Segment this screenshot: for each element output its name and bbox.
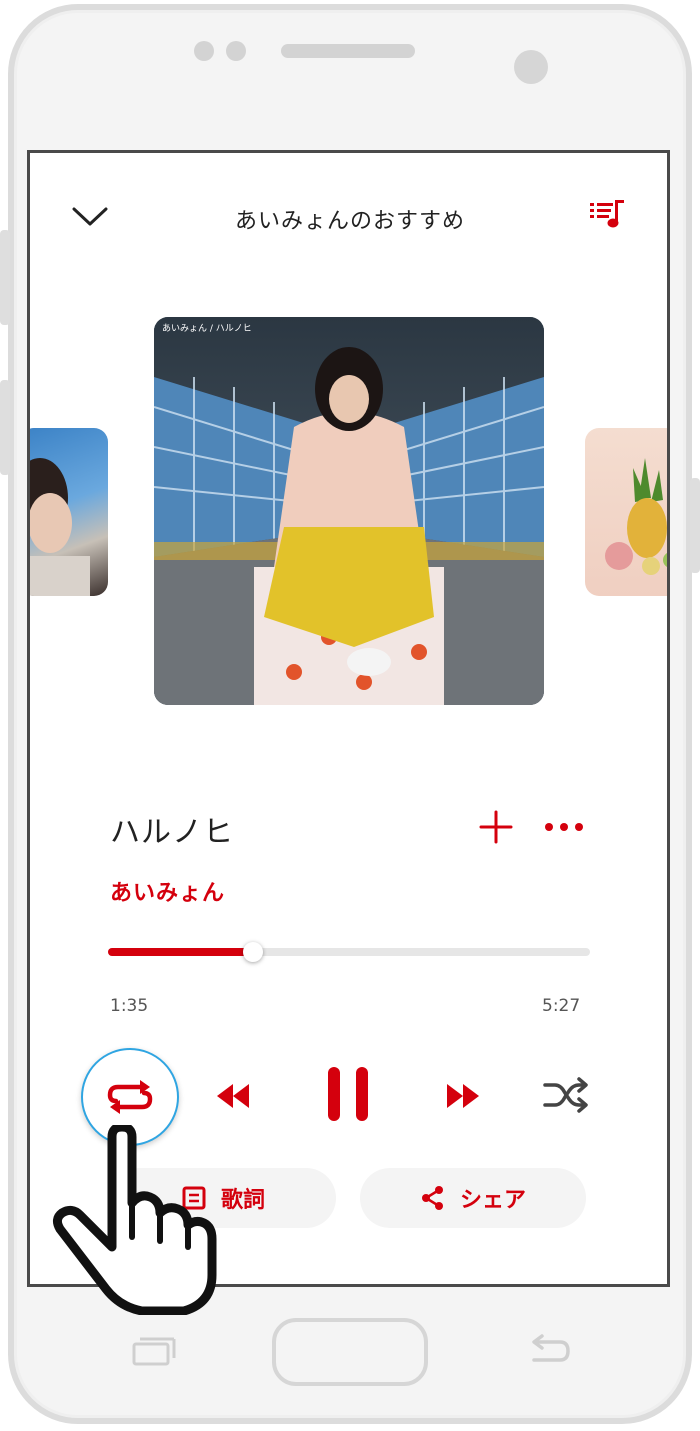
more-icon[interactable]	[542, 813, 586, 841]
time-elapsed: 1:35	[110, 996, 149, 1016]
recents-icon[interactable]	[132, 1336, 176, 1366]
time-total: 5:27	[542, 996, 581, 1016]
player-screen: あいみょんのおすすめ あいみょん / ハルノヒ ハルノヒ あいみょん 1:35 …	[27, 150, 670, 1287]
hand-pointer-icon	[52, 1125, 217, 1315]
volume-down-button	[0, 380, 10, 475]
album-art-caption: あいみょん / ハルノヒ	[162, 324, 252, 334]
earpiece-speaker	[281, 44, 415, 58]
back-icon[interactable]	[526, 1334, 570, 1368]
next-album-art[interactable]	[585, 428, 667, 596]
shuffle-icon[interactable]	[542, 1073, 590, 1117]
next-icon[interactable]	[443, 1078, 483, 1114]
previous-album-art[interactable]	[30, 428, 108, 596]
current-album-art[interactable]: あいみょん / ハルノヒ	[154, 317, 544, 705]
progress-thumb[interactable]	[242, 942, 263, 962]
pause-icon[interactable]	[326, 1065, 370, 1123]
chevron-down-icon[interactable]	[72, 205, 108, 229]
share-label: シェア	[459, 1188, 526, 1213]
share-icon	[421, 1186, 443, 1210]
playlist-icon[interactable]	[588, 197, 628, 233]
plus-icon[interactable]	[478, 809, 514, 845]
sensor-dot	[194, 41, 214, 61]
playlist-title: あいみょんのおすすめ	[234, 209, 465, 234]
repeat-icon	[107, 1080, 153, 1114]
progress-fill	[108, 948, 253, 956]
previous-icon[interactable]	[213, 1078, 253, 1114]
lyrics-label: 歌詞	[220, 1188, 265, 1213]
album-art-image	[154, 317, 544, 705]
share-button[interactable]: シェア	[360, 1168, 586, 1228]
album-art-image	[30, 458, 90, 596]
progress-bar[interactable]	[108, 942, 590, 962]
album-art-image	[605, 458, 667, 575]
sensor-dot	[226, 41, 246, 61]
track-title: ハルノヒ	[110, 815, 234, 850]
home-button[interactable]	[272, 1318, 428, 1386]
power-button	[690, 478, 700, 573]
volume-up-button	[0, 230, 10, 325]
artist-link[interactable]: あいみょん	[110, 875, 225, 907]
front-camera	[514, 50, 548, 84]
